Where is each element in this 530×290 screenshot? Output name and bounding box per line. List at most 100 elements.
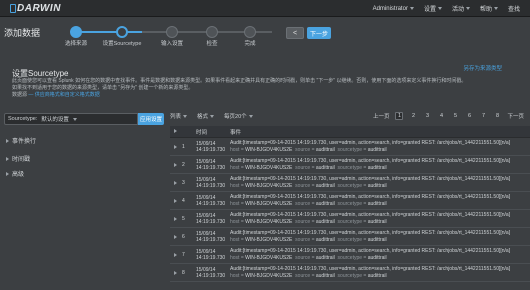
table-header: 时间 事件 xyxy=(170,126,530,138)
back-button[interactable]: < xyxy=(286,27,304,39)
table-row[interactable]: 2 15/09/14 14:19:19.730 Audit:[timestamp=09… xyxy=(170,156,530,174)
page-button[interactable]: 1 xyxy=(395,112,404,120)
help-menu-label: 帮助 xyxy=(479,7,492,13)
event-sourcetype[interactable]: audittrail xyxy=(368,255,387,261)
page-button[interactable]: 3 xyxy=(423,113,431,119)
page-button[interactable]: 8 xyxy=(493,113,501,119)
row-number: 1 xyxy=(182,143,185,150)
table-row[interactable]: 7 15/09/14 14:19:19.730 Audit:[timestamp=09… xyxy=(170,246,530,264)
links-label: 数据源 xyxy=(12,92,28,98)
row-clock: 14:19:19.730 xyxy=(196,182,226,189)
row-expand-cell[interactable] xyxy=(170,228,180,245)
prev-page-button[interactable]: 上一页 xyxy=(373,112,390,120)
table-row[interactable]: 5 15/09/14 14:19:19.730 Audit:[timestamp=09… xyxy=(170,210,530,228)
page-button[interactable]: 4 xyxy=(437,113,445,119)
sourcetype-select[interactable]: Sourcetype: 默认的设置 xyxy=(4,113,138,125)
row-time: 15/09/14 14:19:19.730 xyxy=(196,156,230,173)
page-button[interactable]: 7 xyxy=(479,113,487,119)
next-page-button[interactable]: 下一页 xyxy=(507,112,524,120)
event-host[interactable]: WIN-BJGDV4KUS2E xyxy=(245,255,292,261)
time-column-header[interactable]: 时间 xyxy=(196,128,230,136)
row-expand-cell[interactable] xyxy=(170,192,180,209)
event-host[interactable]: WIN-BJGDV4KUS2E xyxy=(245,273,292,279)
data-sources-link[interactable]: — 供应商格式和自定义格式数据 xyxy=(28,92,99,98)
page-button[interactable]: 6 xyxy=(465,113,473,119)
per-page-select[interactable]: 每页20个 xyxy=(224,112,253,120)
row-time: 15/09/14 14:19:19.730 xyxy=(196,174,230,191)
table-row[interactable]: 8 15/09/14 14:19:19.730 Audit:[timestamp=09… xyxy=(170,264,530,282)
next-button[interactable]: 下一步 xyxy=(307,27,331,39)
row-event: Audit:[timestamp=09-14-2015 14:19:19.730… xyxy=(230,228,530,245)
app-logo[interactable]: DARWIN xyxy=(10,3,61,14)
row-expand-cell[interactable] xyxy=(170,156,180,173)
left-panel: Sourcetype: 默认的设置 应用设置 事件换行 时间戳 高级 xyxy=(0,110,168,290)
user-menu[interactable]: Administrator xyxy=(373,6,414,12)
event-host[interactable]: WIN-BJGDV4KUS2E xyxy=(245,147,292,153)
event-host[interactable]: WIN-BJGDV4KUS2E xyxy=(245,183,292,189)
chevron-right-icon xyxy=(6,156,9,161)
row-clock: 14:19:19.730 xyxy=(196,146,226,153)
event-source[interactable]: audittrail xyxy=(316,183,335,189)
event-source[interactable]: audittrail xyxy=(316,201,335,207)
sourcetype-value: 默认的设置 xyxy=(41,117,69,123)
row-time: 15/09/14 14:19:19.730 xyxy=(196,138,230,155)
activity-menu[interactable]: 活动 xyxy=(452,4,470,13)
row-expand-cell[interactable] xyxy=(170,210,180,227)
description-line: 此页面使您可以查看 Splunk 如何在您的数据中查找事件。事件是数据和数据来源… xyxy=(12,78,467,84)
event-host[interactable]: WIN-BJGDV4KUS2E xyxy=(245,201,292,207)
chevron-right-icon xyxy=(173,128,177,133)
event-meta: host = WIN-BJGDV4KUS2E source = audittra… xyxy=(230,254,387,261)
format-select[interactable]: 格式 xyxy=(197,112,215,120)
chevron-right-icon xyxy=(173,270,177,275)
event-sourcetype[interactable]: audittrail xyxy=(368,219,387,225)
page-button[interactable]: 5 xyxy=(451,113,459,119)
table-row[interactable]: 4 15/09/14 14:19:19.730 Audit:[timestamp=09… xyxy=(170,192,530,210)
event-sourcetype[interactable]: audittrail xyxy=(368,183,387,189)
row-expand-cell[interactable] xyxy=(170,246,180,263)
event-sourcetype[interactable]: audittrail xyxy=(368,237,387,243)
event-meta: host = WIN-BJGDV4KUS2E source = audittra… xyxy=(230,218,387,225)
row-clock: 14:19:19.730 xyxy=(196,254,226,261)
row-number: 4 xyxy=(182,197,185,204)
accordion-event-breaks[interactable]: 事件换行 xyxy=(6,136,36,145)
table-row[interactable]: 1 15/09/14 14:19:19.730 Audit:[timestamp=09… xyxy=(170,138,530,156)
sourcetype-section: 设置Sourcetype 此页面使您可以查看 Splunk 如何在您的数据中查找… xyxy=(0,58,530,104)
save-as-button[interactable]: 另存为来源类型 xyxy=(463,64,502,72)
event-source[interactable]: audittrail xyxy=(316,147,335,153)
chevron-down-icon xyxy=(493,7,498,10)
row-expand-cell[interactable] xyxy=(170,138,180,155)
search-link[interactable]: 查找 xyxy=(508,4,520,13)
event-host[interactable]: WIN-BJGDV4KUS2E xyxy=(245,219,292,225)
accordion-advanced[interactable]: 高级 xyxy=(6,169,24,178)
event-source[interactable]: audittrail xyxy=(316,165,335,171)
table-row[interactable]: 3 15/09/14 14:19:19.730 Audit:[timestamp=09… xyxy=(170,174,530,192)
pagination: 上一页 1 2 3 4 5 6 7 8 下一页 xyxy=(373,110,524,122)
list-view-select[interactable]: 列表 xyxy=(170,112,188,120)
apply-settings-button[interactable]: 应用设置 xyxy=(138,113,164,125)
step-done[interactable]: 完成 xyxy=(220,26,280,47)
event-source[interactable]: audittrail xyxy=(316,219,335,225)
event-sourcetype[interactable]: audittrail xyxy=(368,273,387,279)
event-column-header[interactable]: 事件 xyxy=(230,128,530,136)
chevron-right-icon xyxy=(6,138,9,143)
event-host[interactable]: WIN-BJGDV4KUS2E xyxy=(245,237,292,243)
chevron-right-icon xyxy=(173,198,177,203)
accordion-timestamp[interactable]: 时间戳 xyxy=(6,154,30,163)
page-button[interactable]: 2 xyxy=(409,113,417,119)
row-event: Audit:[timestamp=09-14-2015 14:19:19.730… xyxy=(230,174,530,191)
list-label: 列表 xyxy=(170,114,182,120)
event-source[interactable]: audittrail xyxy=(316,273,335,279)
event-sourcetype[interactable]: audittrail xyxy=(368,147,387,153)
settings-menu[interactable]: 设置 xyxy=(424,4,442,13)
help-menu[interactable]: 帮助 xyxy=(480,4,498,13)
event-sourcetype[interactable]: audittrail xyxy=(368,165,387,171)
event-source[interactable]: audittrail xyxy=(316,255,335,261)
row-expand-cell[interactable] xyxy=(170,264,180,281)
event-source[interactable]: audittrail xyxy=(316,237,335,243)
row-expand-cell[interactable] xyxy=(170,174,180,191)
event-host[interactable]: WIN-BJGDV4KUS2E xyxy=(245,165,292,171)
row-event: Audit:[timestamp=09-14-2015 14:19:19.730… xyxy=(230,138,530,155)
table-row[interactable]: 6 15/09/14 14:19:19.730 Audit:[timestamp=09… xyxy=(170,228,530,246)
event-sourcetype[interactable]: audittrail xyxy=(368,201,387,207)
top-menu: Administrator 设置 活动 帮助 查找 xyxy=(373,4,520,14)
